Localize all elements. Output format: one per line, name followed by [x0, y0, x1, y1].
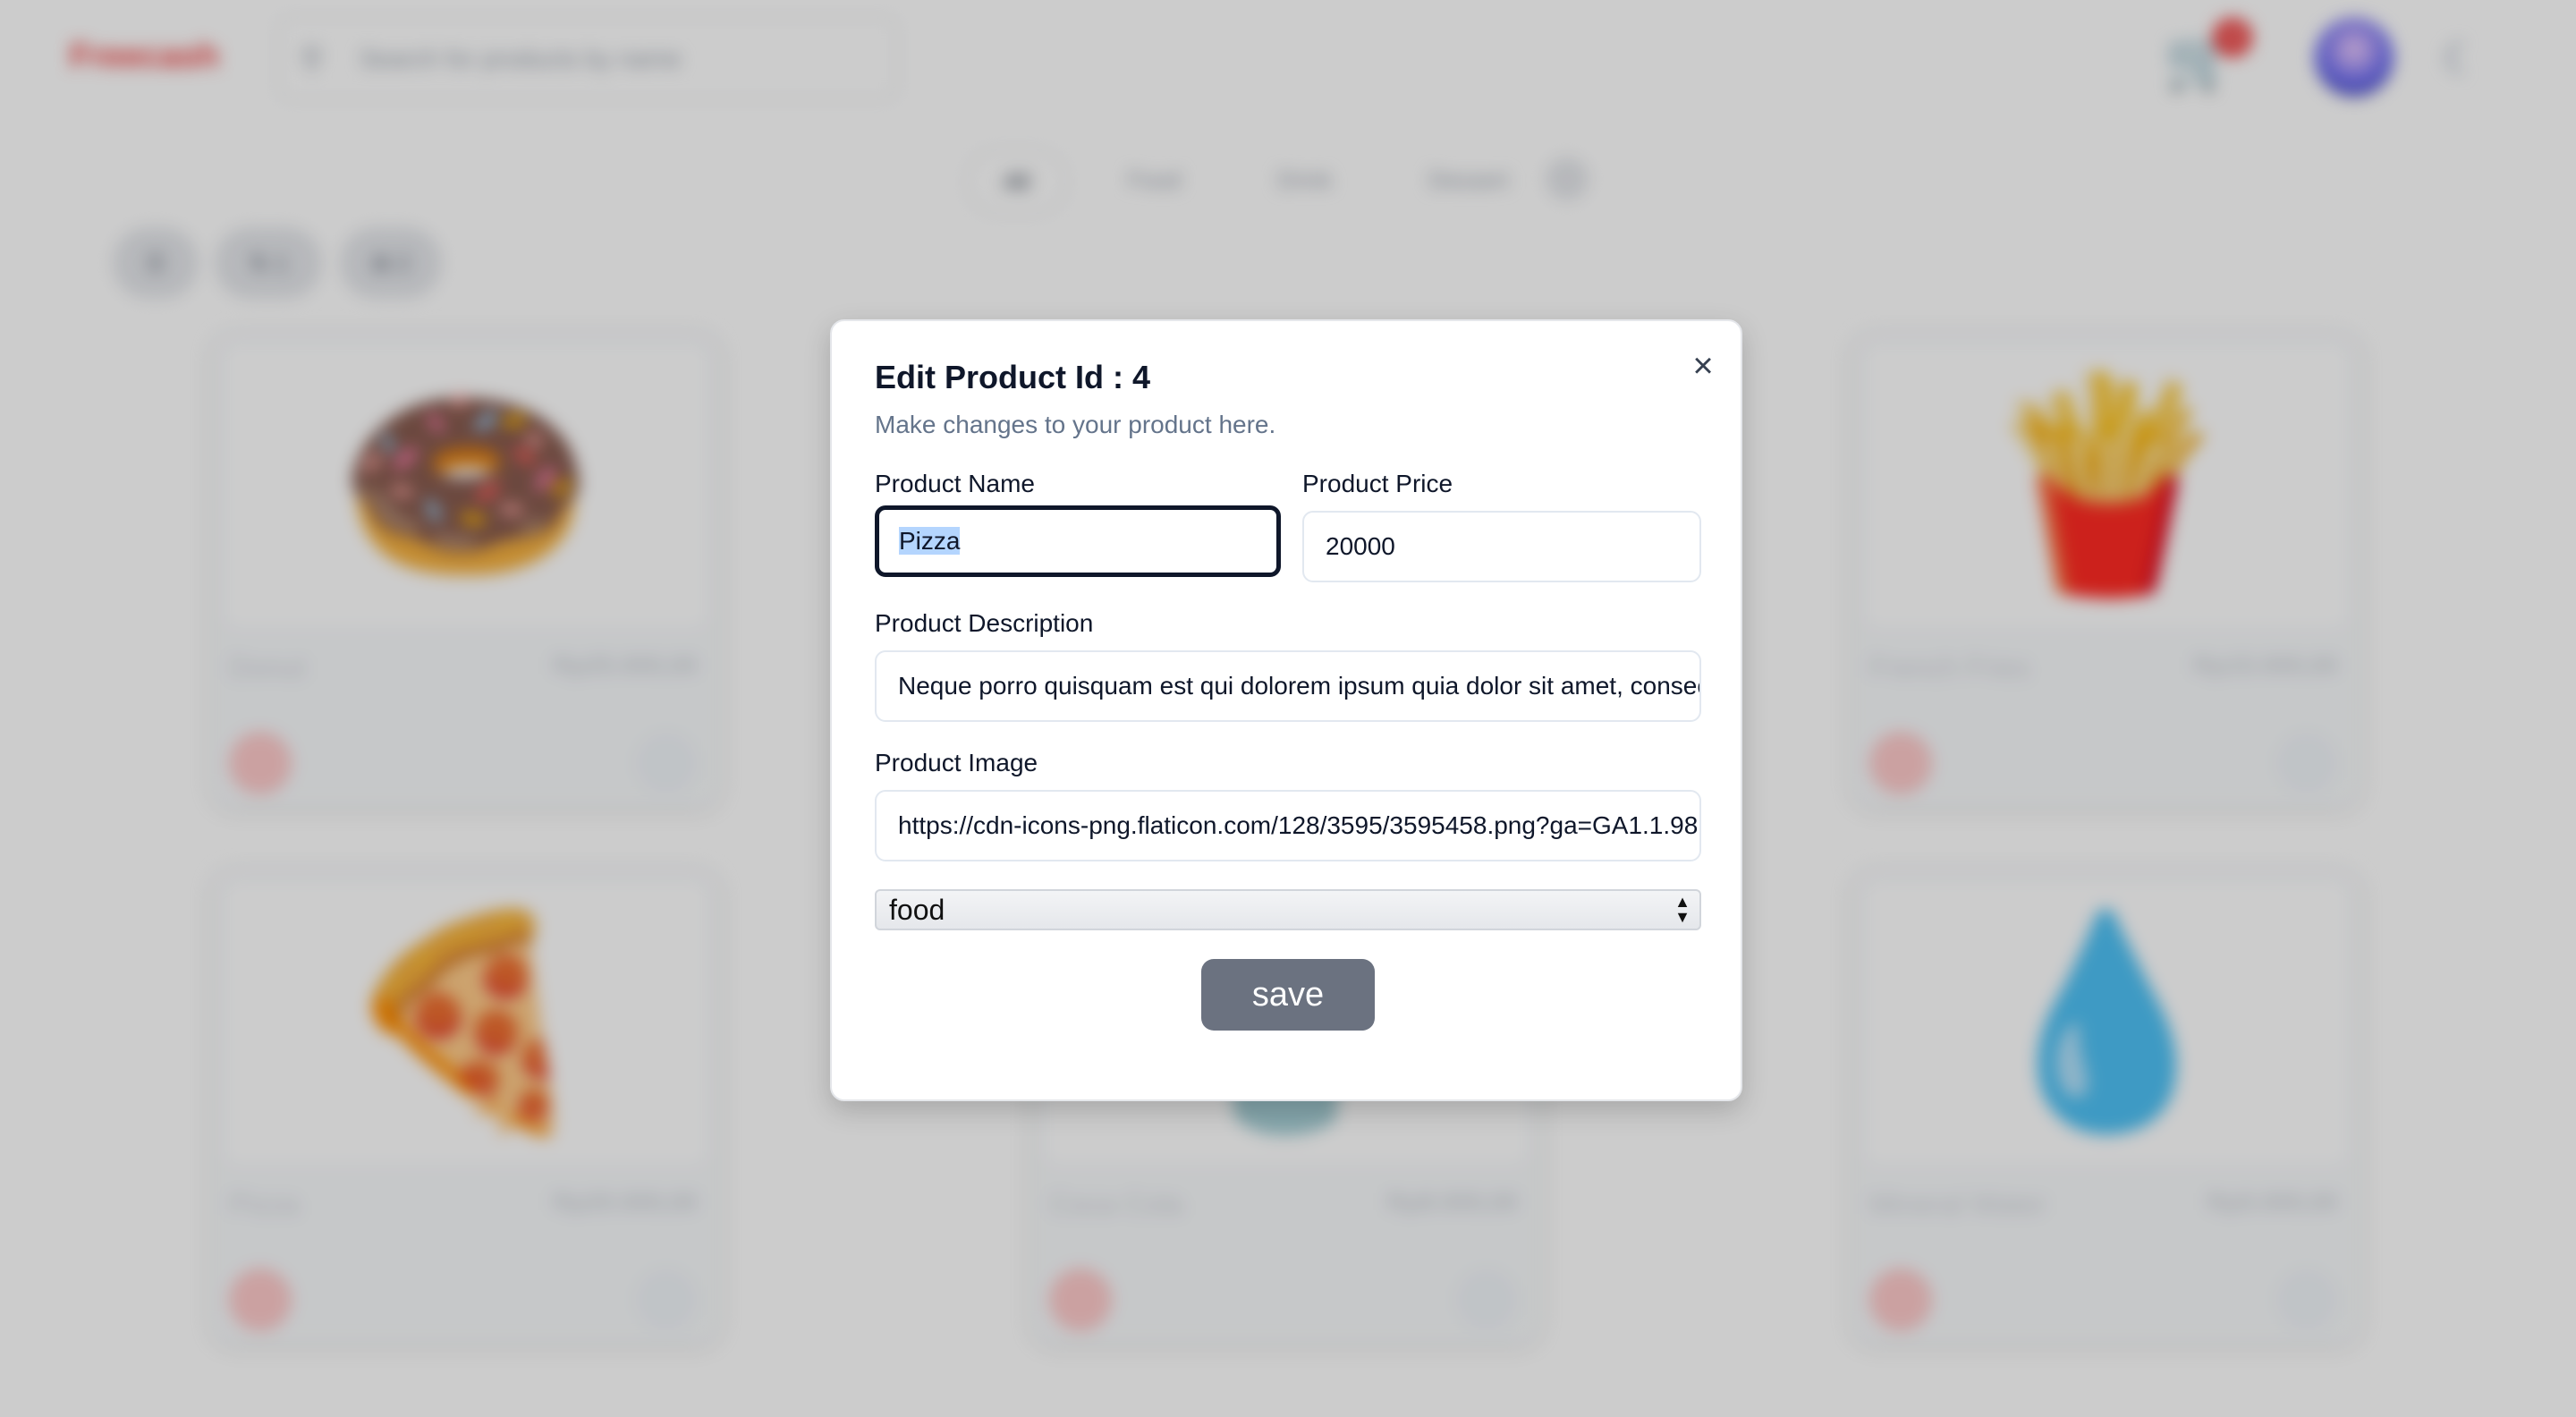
- product-name-label: Product Name: [875, 470, 1035, 497]
- product-price-label: Product Price: [1302, 470, 1453, 497]
- save-button[interactable]: save: [1201, 959, 1375, 1031]
- dialog-title: Edit Product Id : 4: [875, 359, 1151, 395]
- edit-product-dialog: × Edit Product Id : 4 Make changes to yo…: [830, 319, 1742, 1101]
- product-description-label: Product Description: [875, 609, 1094, 637]
- category-select[interactable]: food ▲ ▼: [875, 889, 1701, 930]
- product-name-value: Pizza: [899, 527, 961, 555]
- product-image-label: Product Image: [875, 749, 1038, 776]
- product-description-input[interactable]: Neque porro quisquam est qui dolorem ips…: [875, 650, 1701, 722]
- product-image-input[interactable]: https://cdn-icons-png.flaticon.com/128/3…: [875, 790, 1701, 861]
- dialog-subtitle: Make changes to your product here.: [875, 411, 1276, 438]
- select-arrows-icon: ▲ ▼: [1674, 893, 1690, 926]
- close-icon[interactable]: ×: [1685, 348, 1721, 384]
- product-price-input[interactable]: 20000: [1302, 511, 1701, 582]
- category-select-value: food: [889, 894, 945, 926]
- product-name-input[interactable]: Pizza: [875, 505, 1281, 577]
